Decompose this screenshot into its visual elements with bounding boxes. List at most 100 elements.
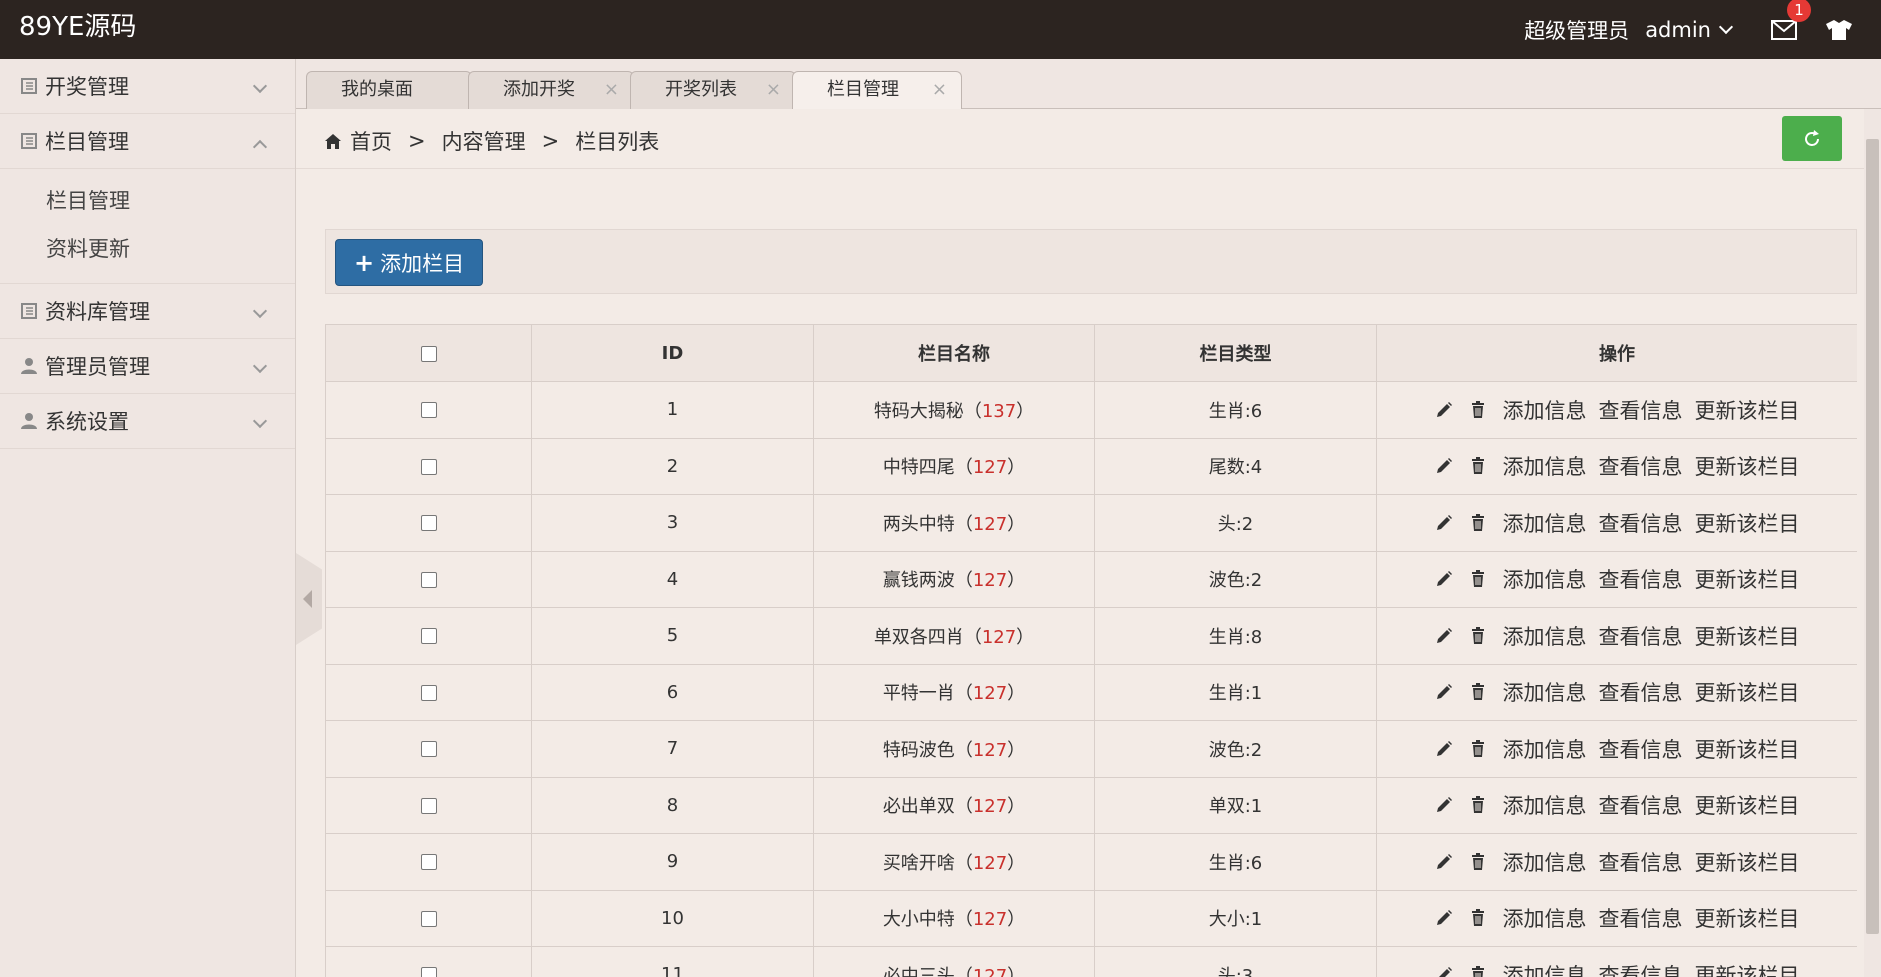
scrollbar-thumb[interactable] — [1866, 139, 1879, 934]
mail-badge: 1 — [1787, 0, 1811, 22]
row-checkbox[interactable] — [420, 402, 437, 419]
vertical-scrollbar[interactable] — [1864, 109, 1881, 977]
close-icon[interactable]: × — [932, 72, 947, 108]
add-info-link[interactable]: 添加信息 — [1503, 395, 1587, 425]
row-actions: 添加信息 查看信息 更新该栏目 — [1377, 960, 1857, 977]
view-info-link[interactable]: 查看信息 — [1599, 960, 1683, 977]
row-checkbox[interactable] — [420, 910, 437, 927]
update-column-link[interactable]: 更新该栏目 — [1695, 621, 1800, 651]
row-checkbox[interactable] — [420, 797, 437, 814]
pencil-icon[interactable] — [1435, 514, 1453, 532]
row-checkbox[interactable] — [420, 515, 437, 532]
user-menu[interactable]: admin — [1645, 18, 1734, 42]
trash-icon[interactable] — [1469, 626, 1487, 645]
trash-icon[interactable] — [1469, 739, 1487, 758]
app-logo[interactable]: 89YE源码 — [19, 12, 136, 42]
pencil-icon[interactable] — [1435, 853, 1453, 871]
pencil-icon[interactable] — [1435, 457, 1453, 475]
breadcrumb-content-management[interactable]: 内容管理 — [442, 126, 526, 156]
row-checkbox[interactable] — [420, 967, 437, 977]
update-column-link[interactable]: 更新该栏目 — [1695, 564, 1800, 594]
update-column-link[interactable]: 更新该栏目 — [1695, 734, 1800, 764]
sidebar-item-system-settings[interactable]: 系统设置 — [0, 394, 295, 449]
view-info-link[interactable]: 查看信息 — [1599, 677, 1683, 707]
add-info-link[interactable]: 添加信息 — [1503, 451, 1587, 481]
refresh-button[interactable] — [1782, 116, 1842, 161]
update-column-link[interactable]: 更新该栏目 — [1695, 451, 1800, 481]
trash-icon[interactable] — [1469, 909, 1487, 927]
view-info-link[interactable]: 查看信息 — [1599, 564, 1683, 594]
sidebar-item-draw-management[interactable]: 开奖管理 — [0, 59, 295, 114]
pencil-icon[interactable] — [1435, 627, 1453, 645]
update-column-link[interactable]: 更新该栏目 — [1695, 508, 1800, 538]
trash-icon[interactable] — [1469, 457, 1487, 475]
column-name: 中特四尾 — [882, 457, 955, 479]
trash-icon[interactable] — [1469, 852, 1487, 871]
add-info-link[interactable]: 添加信息 — [1503, 564, 1587, 594]
breadcrumb-home[interactable]: 首页 — [350, 126, 392, 156]
add-info-link[interactable]: 添加信息 — [1503, 621, 1587, 651]
add-info-link[interactable]: 添加信息 — [1503, 508, 1587, 538]
row-checkbox[interactable] — [420, 854, 437, 871]
tab-column-management[interactable]: 栏目管理 × — [792, 71, 962, 110]
sidebar-item-database-management[interactable]: 资料库管理 — [0, 284, 295, 339]
row-checkbox[interactable] — [420, 458, 437, 475]
trash-icon[interactable] — [1469, 570, 1487, 588]
actions-cell: 添加信息 查看信息 更新该栏目 — [1376, 663, 1857, 721]
pencil-icon[interactable] — [1435, 966, 1453, 977]
add-info-link[interactable]: 添加信息 — [1503, 960, 1587, 977]
row-checkbox[interactable] — [420, 571, 437, 588]
view-info-link[interactable]: 查看信息 — [1599, 903, 1683, 933]
sidebar-subitem-column-management[interactable]: 栏目管理 — [0, 177, 295, 225]
mail-button[interactable]: 1 — [1771, 0, 1811, 40]
pencil-icon[interactable] — [1435, 740, 1453, 758]
trash-icon[interactable] — [1469, 400, 1487, 419]
pencil-icon[interactable] — [1435, 796, 1453, 814]
add-info-link[interactable]: 添加信息 — [1503, 903, 1587, 933]
column-table: ID 栏目名称 栏目类型 操作 1 特码大揭秘（137） 生肖:6 添加信息 查看信息更… — [325, 324, 1857, 977]
pencil-icon[interactable] — [1435, 570, 1453, 588]
header-column-type: 栏目类型 — [1094, 324, 1377, 382]
row-checkbox[interactable] — [420, 684, 437, 701]
tab-my-desktop[interactable]: 我的桌面 — [306, 71, 472, 109]
sidebar-item-admin-management[interactable]: 管理员管理 — [0, 339, 295, 394]
trash-icon[interactable] — [1469, 965, 1487, 977]
sidebar-collapse-handle[interactable] — [296, 553, 322, 645]
sidebar-item-column-management[interactable]: 栏目管理 — [0, 114, 295, 169]
row-checkbox[interactable] — [420, 741, 437, 758]
add-info-link[interactable]: 添加信息 — [1503, 677, 1587, 707]
close-icon[interactable]: × — [766, 72, 781, 108]
add-info-link[interactable]: 添加信息 — [1503, 847, 1587, 877]
pencil-icon[interactable] — [1435, 909, 1453, 927]
add-column-button[interactable]: + 添加栏目 — [335, 239, 484, 286]
tab-add-draw[interactable]: 添加开奖 × — [468, 71, 634, 109]
tab-draw-list[interactable]: 开奖列表 × — [630, 71, 796, 109]
row-checkbox[interactable] — [420, 628, 437, 645]
view-info-link[interactable]: 查看信息 — [1599, 508, 1683, 538]
add-info-link[interactable]: 添加信息 — [1503, 734, 1587, 764]
view-info-link[interactable]: 查看信息 — [1599, 395, 1683, 425]
sidebar-subitem-data-update[interactable]: 资料更新 — [0, 225, 295, 273]
pencil-icon[interactable] — [1435, 683, 1453, 701]
view-info-link[interactable]: 查看信息 — [1599, 734, 1683, 764]
view-info-link[interactable]: 查看信息 — [1599, 847, 1683, 877]
update-column-link[interactable]: 更新该栏目 — [1695, 790, 1800, 820]
view-info-link[interactable]: 查看信息 — [1599, 621, 1683, 651]
update-column-link[interactable]: 更新该栏目 — [1695, 847, 1800, 877]
actions-cell: 添加信息 查看信息 更新该栏目 — [1376, 833, 1857, 891]
select-all-checkbox[interactable] — [420, 345, 437, 362]
view-info-link[interactable]: 查看信息 — [1599, 451, 1683, 481]
trash-icon[interactable] — [1469, 796, 1487, 814]
select-cell — [325, 776, 532, 834]
update-column-link[interactable]: 更新该栏目 — [1695, 903, 1800, 933]
trash-icon[interactable] — [1469, 513, 1487, 532]
update-column-link[interactable]: 更新该栏目 — [1695, 677, 1800, 707]
add-info-link[interactable]: 添加信息 — [1503, 790, 1587, 820]
trash-icon[interactable] — [1469, 683, 1487, 701]
view-info-link[interactable]: 查看信息 — [1599, 790, 1683, 820]
theme-button[interactable] — [1825, 19, 1853, 41]
update-column-link[interactable]: 更新该栏目 — [1695, 395, 1800, 425]
pencil-icon[interactable] — [1435, 401, 1453, 419]
update-column-link[interactable]: 更新该栏目 — [1695, 960, 1800, 977]
close-icon[interactable]: × — [604, 72, 619, 108]
